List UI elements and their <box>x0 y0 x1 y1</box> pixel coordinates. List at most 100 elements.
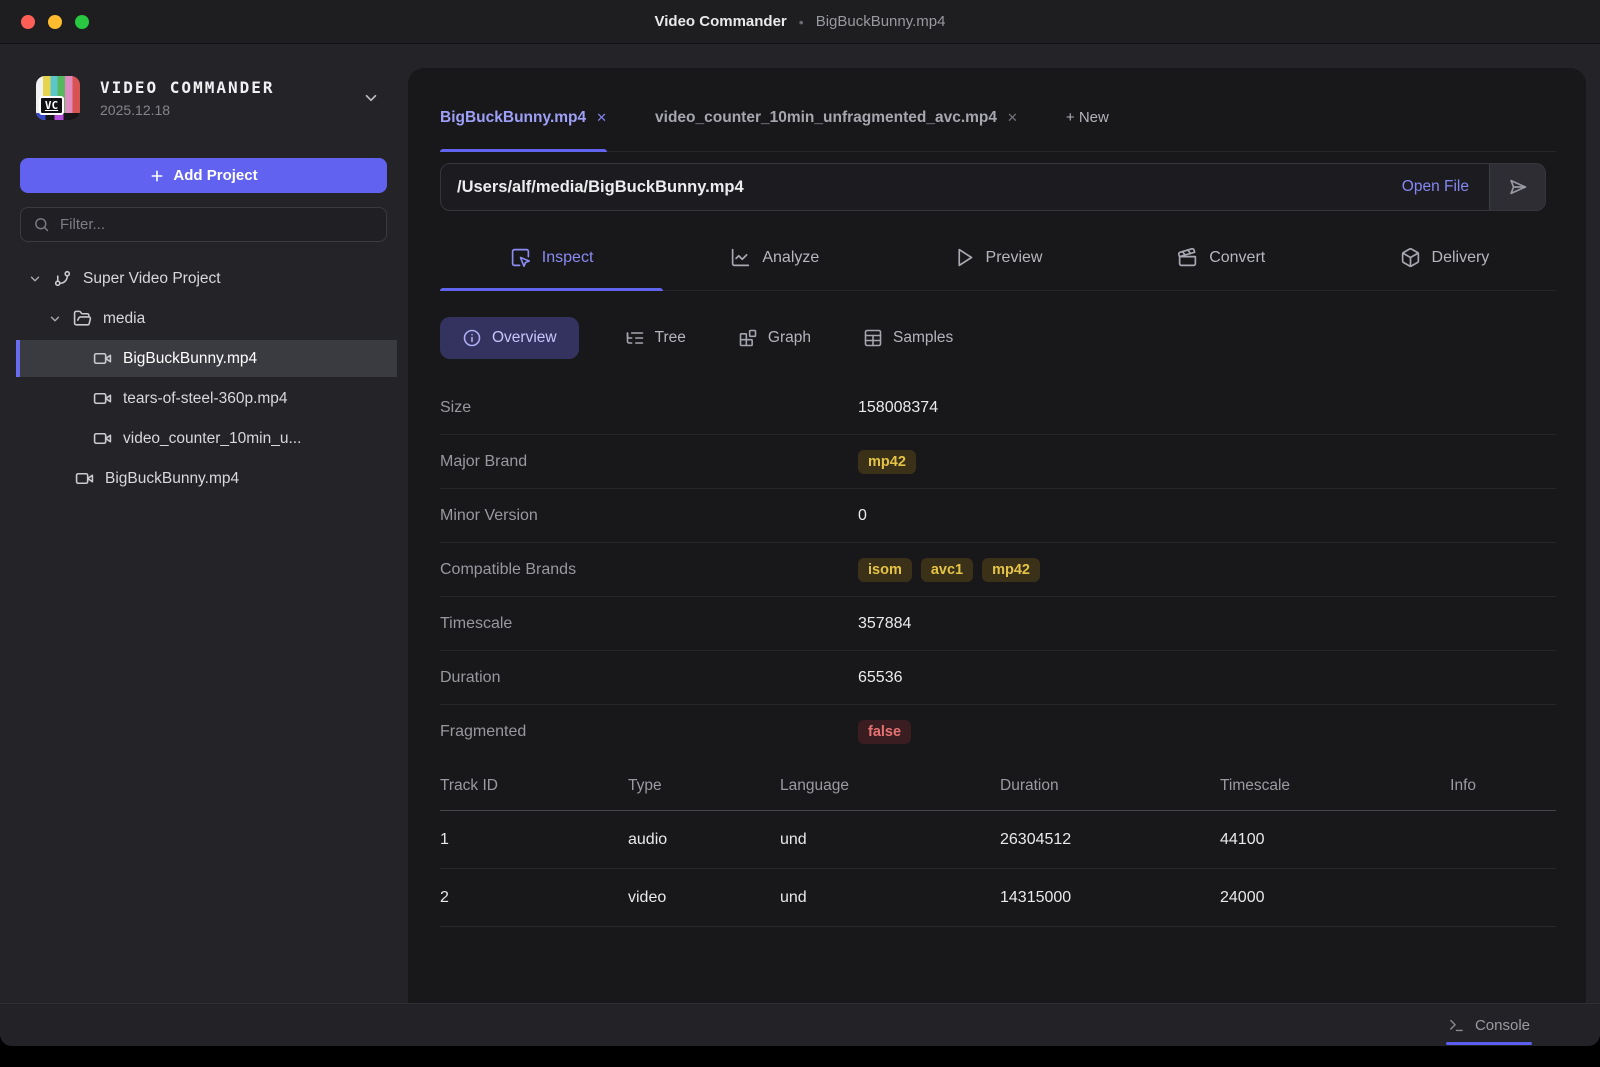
track-duration-cell: 26304512 <box>1000 831 1220 849</box>
subtab-label: Graph <box>768 329 811 347</box>
clapperboard-icon <box>1177 247 1198 268</box>
table-row[interactable]: 1 audio und 26304512 44100 <box>440 811 1556 869</box>
submit-path-button[interactable] <box>1489 164 1545 210</box>
video-camera-icon <box>93 349 112 368</box>
tab-convert[interactable]: Convert <box>1110 225 1333 290</box>
brand-header[interactable]: VC VIDEO COMMANDER 2025.12.18 <box>0 76 408 120</box>
tab-analyze[interactable]: Analyze <box>663 225 886 290</box>
tree-item-file[interactable]: video_counter_10min_u... <box>16 420 397 457</box>
field-badges: isom avc1 mp42 <box>858 558 1556 582</box>
main-tab-bar: Inspect Analyze Preview Convert <box>440 225 1556 291</box>
new-tab-button[interactable]: + New <box>1066 109 1109 126</box>
video-camera-icon <box>75 469 94 488</box>
zoom-window-button[interactable] <box>75 15 89 29</box>
console-toggle-button[interactable]: Console <box>1446 1004 1532 1046</box>
send-icon <box>1507 176 1529 198</box>
play-icon <box>954 247 975 268</box>
tracks-table-header: Track ID Type Language Duration Timescal… <box>440 761 1556 811</box>
app-logo: VC <box>36 76 80 120</box>
add-project-label: Add Project <box>173 167 257 184</box>
field-value: 357884 <box>858 615 1556 633</box>
status-bar: Console <box>0 1003 1600 1046</box>
inspect-icon <box>510 247 531 268</box>
brand-version: 2025.12.18 <box>100 102 362 118</box>
title-separator-dot: • <box>799 14 804 30</box>
package-box-icon <box>1400 247 1421 268</box>
tab-delivery[interactable]: Delivery <box>1333 225 1556 290</box>
status-badge: false <box>858 720 911 744</box>
subtab-overview[interactable]: Overview <box>440 317 579 359</box>
tree-item-label: Super Video Project <box>83 270 221 288</box>
info-icon <box>462 328 482 348</box>
tree-item-project[interactable]: Super Video Project <box>16 260 397 297</box>
field-row-timescale: Timescale 357884 <box>440 597 1556 651</box>
column-header: Info <box>1446 777 1556 795</box>
subtab-graph[interactable]: Graph <box>732 328 817 348</box>
analyze-chart-icon <box>730 247 751 268</box>
tab-label: Delivery <box>1432 249 1490 267</box>
track-id-cell: 1 <box>440 831 628 849</box>
tab-inspect[interactable]: Inspect <box>440 225 663 290</box>
field-row-fragmented: Fragmented false <box>440 705 1556 759</box>
tab-preview[interactable]: Preview <box>886 225 1109 290</box>
file-path-input[interactable] <box>457 178 1382 197</box>
chevron-down-icon[interactable] <box>28 272 42 286</box>
plus-icon <box>149 168 165 184</box>
chevron-down-icon[interactable] <box>48 312 62 326</box>
add-project-button[interactable]: Add Project <box>20 158 387 193</box>
tracks-table: Track ID Type Language Duration Timescal… <box>440 761 1556 927</box>
tree-item-file[interactable]: tears-of-steel-360p.mp4 <box>16 380 397 417</box>
brand-badge: avc1 <box>921 558 973 582</box>
field-row-minor-version: Minor Version 0 <box>440 489 1556 543</box>
close-window-button[interactable] <box>21 15 35 29</box>
column-header: Track ID <box>440 777 628 795</box>
field-label: Minor Version <box>440 507 858 525</box>
subtab-label: Samples <box>893 329 953 347</box>
field-label: Size <box>440 399 858 417</box>
tree-item-label: video_counter_10min_u... <box>123 430 301 448</box>
field-badges: false <box>858 720 1556 744</box>
track-type-cell: audio <box>628 831 780 849</box>
filter-input[interactable] <box>60 216 374 233</box>
field-label: Fragmented <box>440 723 858 741</box>
tree-item-label: BigBuckBunny.mp4 <box>105 470 239 488</box>
tree-item-file-selected[interactable]: BigBuckBunny.mp4 <box>16 340 397 377</box>
chevron-down-icon[interactable] <box>362 89 380 107</box>
brand-texts: VIDEO COMMANDER 2025.12.18 <box>100 78 362 118</box>
window-document-title: BigBuckBunny.mp4 <box>816 13 946 30</box>
track-language-cell: und <box>780 831 1000 849</box>
tree-item-label: media <box>103 310 145 328</box>
file-tab-label: BigBuckBunny.mp4 <box>440 109 586 127</box>
open-file-button[interactable]: Open File <box>1382 164 1489 210</box>
file-tab[interactable]: BigBuckBunny.mp4 ✕ <box>440 84 607 151</box>
table-row[interactable]: 2 video und 14315000 24000 <box>440 869 1556 927</box>
tree-item-file[interactable]: BigBuckBunny.mp4 <box>16 460 397 497</box>
subtab-label: Overview <box>492 329 557 347</box>
git-branch-icon <box>53 269 72 288</box>
field-label: Compatible Brands <box>440 561 858 579</box>
field-row-size: Size 158008374 <box>440 381 1556 435</box>
brand-badge: isom <box>858 558 912 582</box>
sidebar: VC VIDEO COMMANDER 2025.12.18 Add Projec… <box>0 44 408 1003</box>
folder-open-icon <box>73 309 92 328</box>
close-tab-icon[interactable]: ✕ <box>1007 110 1018 126</box>
track-timescale-cell: 24000 <box>1220 889 1446 907</box>
field-label: Duration <box>440 669 858 687</box>
subtab-tree[interactable]: Tree <box>619 328 692 348</box>
field-badges: mp42 <box>858 450 1556 474</box>
filter-box <box>20 207 387 242</box>
subtab-samples[interactable]: Samples <box>857 328 959 348</box>
video-camera-icon <box>93 429 112 448</box>
column-header: Language <box>780 777 1000 795</box>
file-tab[interactable]: video_counter_10min_unfragmented_avc.mp4… <box>655 84 1018 151</box>
close-tab-icon[interactable]: ✕ <box>596 110 607 126</box>
minimize-window-button[interactable] <box>48 15 62 29</box>
field-row-major-brand: Major Brand mp42 <box>440 435 1556 489</box>
overview-fields: Size 158008374 Major Brand mp42 Minor Ve… <box>440 381 1556 759</box>
field-row-duration: Duration 65536 <box>440 651 1556 705</box>
tree-item-media-folder[interactable]: media <box>16 300 397 337</box>
app-window: Video Commander • BigBuckBunny.mp4 VC VI… <box>0 0 1600 1046</box>
console-label: Console <box>1475 1017 1530 1034</box>
window-title: Video Commander <box>655 13 787 30</box>
field-value: 65536 <box>858 669 1556 687</box>
